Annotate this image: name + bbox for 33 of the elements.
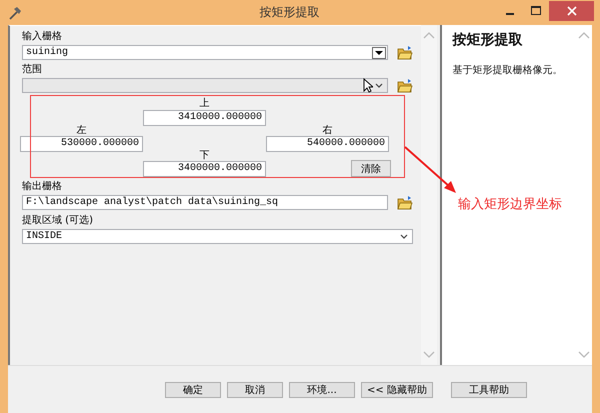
field-label: 提取区域 (可选) [22,214,94,228]
caret-icon [375,82,383,88]
bottom-label: 下 [200,151,210,161]
folder-icon[interactable] [397,78,413,94]
caret-icon [400,234,408,240]
left-label: 左 [76,126,86,136]
annotation-text: 输入矩形边界坐标 [458,196,562,213]
window-title: 按矩形提取 [258,4,320,21]
close-icon [566,6,576,16]
dialog-button[interactable]: 工具帮助 [451,382,527,398]
caret-icon [375,50,383,56]
mouse-pointer-icon [363,78,373,93]
folder-icon[interactable] [397,194,413,210]
annotation-arrow [404,146,458,194]
hammer-icon [8,6,22,20]
extraction-area-combobox[interactable]: INSIDE [22,229,413,244]
dialog-button[interactable]: << 隐藏帮助 [361,382,433,398]
field-label: 输入栅格 [22,30,63,44]
close-button[interactable] [549,0,594,20]
minimize-icon [506,12,514,14]
right-label: 右 [322,126,332,136]
top-label: 上 [200,98,210,108]
output-raster-field[interactable]: F:\landscape analyst\patch data\suining_sq [22,195,388,210]
input-raster-combobox[interactable]: suining [22,45,388,60]
dialog-button[interactable]: 取消 [227,382,283,398]
dialog-button[interactable]: 确定 [165,382,221,398]
field-label: 范围 [22,63,43,77]
dialog-button[interactable]: 环境... [289,382,355,398]
maximize-icon [531,6,541,15]
field-label: 输出栅格 [22,180,63,194]
folder-icon[interactable] [397,44,413,60]
help-text: 基于矩形提取栅格像元。 [452,64,564,77]
help-title: 按矩形提取 [452,31,524,49]
